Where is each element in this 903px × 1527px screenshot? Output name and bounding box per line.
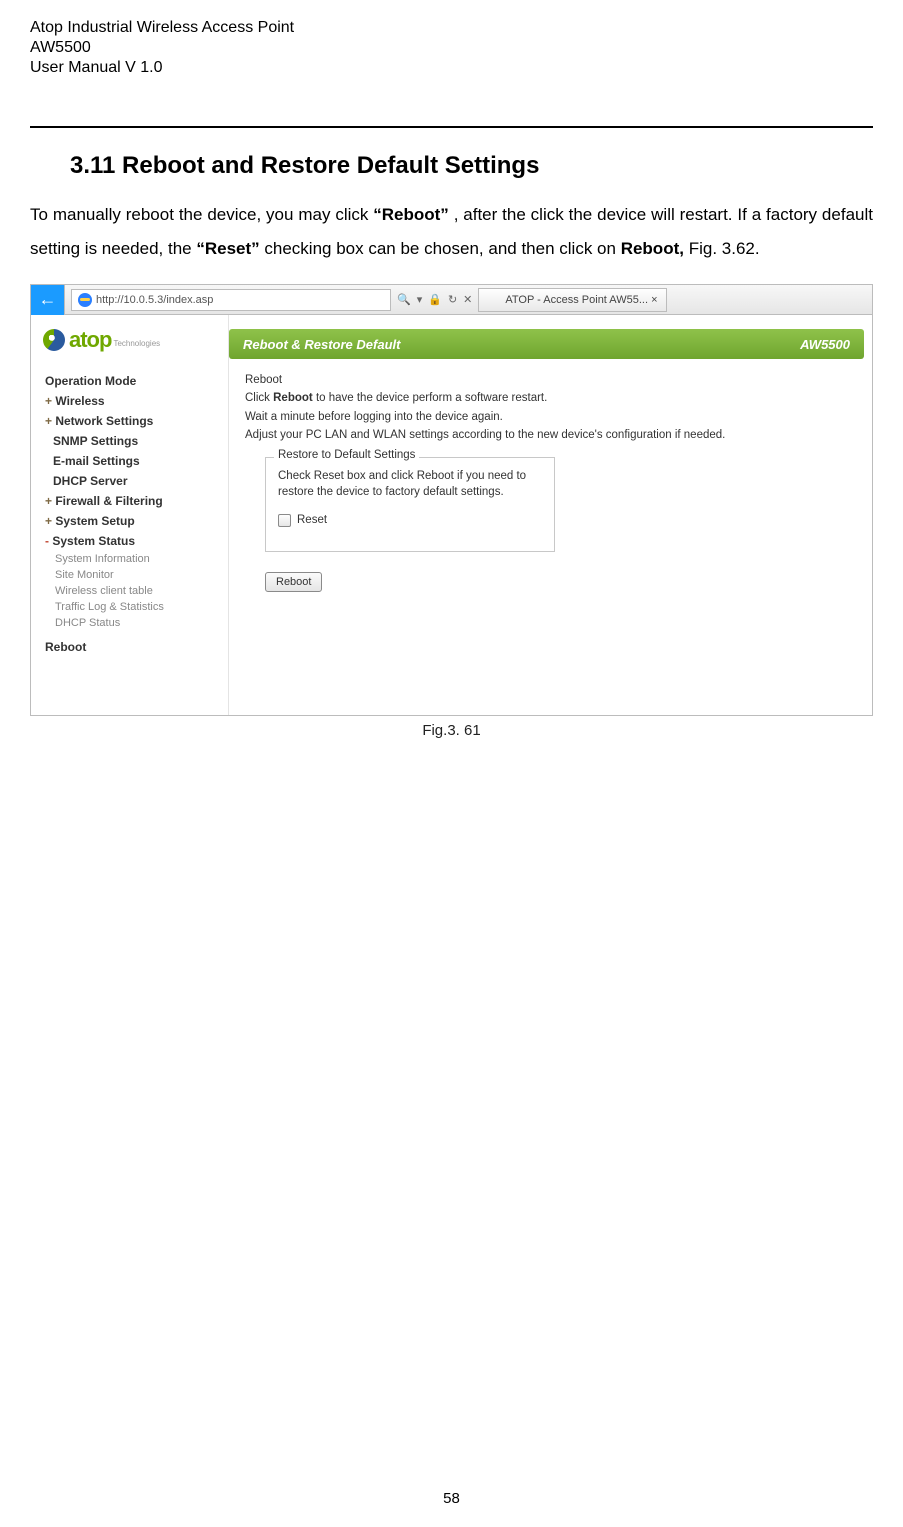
embedded-screenshot: ← http://10.0.5.3/index.asp 🔍 ▾ 🔒 ↻ ✕ AT… — [30, 284, 873, 716]
brand-subname: Technologies — [113, 339, 160, 348]
header-divider — [30, 126, 873, 128]
sidebar-item-system-setup[interactable]: System Setup — [39, 511, 220, 531]
sidebar-item-snmp-settings[interactable]: SNMP Settings — [39, 431, 220, 451]
logo-swirl-icon — [43, 329, 65, 351]
fieldset-reset-bold: Reset — [314, 470, 344, 482]
doc-header-line-3: User Manual V 1.0 — [30, 58, 873, 78]
fieldset-text: Check — [278, 470, 314, 482]
intro-paragraph: To manually reboot the device, you may c… — [30, 198, 873, 266]
ie-icon — [78, 293, 92, 307]
reset-checkbox-label: Reset — [297, 514, 327, 526]
sidebar-item-system-status[interactable]: System Status — [39, 531, 220, 551]
page-number: 58 — [0, 1490, 903, 1507]
address-bar-text: http://10.0.5.3/index.asp — [96, 294, 384, 306]
address-bar[interactable]: http://10.0.5.3/index.asp — [71, 289, 391, 311]
fieldset-text: box and click — [347, 470, 417, 482]
para-reboot2-bold: Reboot, — [621, 239, 684, 258]
sidebar-item-dhcp-status[interactable]: DHCP Status — [39, 615, 220, 631]
sidebar-item-wireless-client-table[interactable]: Wireless client table — [39, 583, 220, 599]
page-body: atop Technologies Operation Mode Wireles… — [31, 315, 872, 715]
search-icon[interactable]: 🔍 — [397, 293, 411, 306]
doc-header: Atop Industrial Wireless Access Point AW… — [30, 18, 873, 78]
doc-header-line-1: Atop Industrial Wireless Access Point — [30, 18, 873, 38]
close-icon[interactable]: ✕ — [463, 293, 472, 306]
doc-header-line-2: AW5500 — [30, 38, 873, 58]
back-button[interactable]: ← — [31, 285, 65, 315]
fieldset-reboot-bold: Reboot — [417, 470, 454, 482]
content-pane: Reboot & Restore Default AW5500 Reboot C… — [229, 315, 872, 715]
content-text-block: Reboot Click Reboot to have the device p… — [245, 371, 856, 445]
sidebar-item-operation-mode[interactable]: Operation Mode — [39, 371, 220, 391]
para-text: checking box can be chosen, and then cli… — [264, 239, 620, 258]
reset-checkbox[interactable] — [278, 514, 291, 527]
reboot-button[interactable]: Reboot — [265, 572, 322, 592]
content-line: Adjust your PC LAN and WLAN settings acc… — [245, 426, 856, 444]
sidebar-item-network-settings[interactable]: Network Settings — [39, 411, 220, 431]
content-line: Wait a minute before logging into the de… — [245, 408, 856, 426]
sidebar-item-system-information[interactable]: System Information — [39, 551, 220, 567]
arrow-left-icon: ← — [39, 289, 57, 310]
lock-icon: 🔒 — [428, 293, 442, 306]
sidebar-item-traffic-log[interactable]: Traffic Log & Statistics — [39, 599, 220, 615]
ie-chrome-bar: ← http://10.0.5.3/index.asp 🔍 ▾ 🔒 ↻ ✕ AT… — [31, 285, 872, 315]
reset-checkbox-row: Reset — [278, 514, 542, 527]
sidebar-item-dhcp-server[interactable]: DHCP Server — [39, 471, 220, 491]
content-reboot-bold: Reboot — [273, 392, 313, 404]
tab-title: ATOP - Access Point AW55... × — [505, 294, 657, 306]
brand-logo: atop Technologies — [43, 327, 220, 353]
content-heading: Reboot — [245, 371, 856, 389]
para-reboot-bold: “Reboot” — [373, 205, 449, 224]
section-heading: 3.11 Reboot and Restore Default Settings — [70, 152, 873, 180]
refresh-icon[interactable]: ↻ — [448, 293, 457, 306]
para-text: To manually reboot the device, you may c… — [30, 205, 373, 224]
figure-caption: Fig.3. 61 — [30, 722, 873, 739]
panel-title: Reboot & Restore Default — [243, 337, 400, 352]
restore-defaults-fieldset: Restore to Default Settings Check Reset … — [265, 457, 555, 552]
reboot-button-label: Reboot — [276, 576, 311, 588]
content-line: Click — [245, 392, 273, 404]
address-bar-icons: 🔍 ▾ 🔒 ↻ ✕ — [397, 293, 472, 306]
ie-icon — [487, 294, 499, 306]
chevron-down-icon[interactable]: ▾ — [417, 293, 423, 306]
brand-name: atop — [69, 327, 111, 353]
sidebar-item-firewall-filtering[interactable]: Firewall & Filtering — [39, 491, 220, 511]
sidebar: atop Technologies Operation Mode Wireles… — [31, 315, 229, 715]
sidebar-item-email-settings[interactable]: E-mail Settings — [39, 451, 220, 471]
browser-tab[interactable]: ATOP - Access Point AW55... × — [478, 288, 666, 312]
content-line: to have the device perform a software re… — [316, 392, 547, 404]
panel-header: Reboot & Restore Default AW5500 — [229, 329, 864, 359]
para-reset-bold: “Reset” — [196, 239, 259, 258]
para-text: Fig. 3.62. — [689, 239, 760, 258]
sidebar-item-reboot[interactable]: Reboot — [39, 637, 220, 657]
sidebar-item-wireless[interactable]: Wireless — [39, 391, 220, 411]
sidebar-item-site-monitor[interactable]: Site Monitor — [39, 567, 220, 583]
panel-body: Reboot Click Reboot to have the device p… — [229, 371, 872, 592]
fieldset-legend: Restore to Default Settings — [274, 449, 419, 461]
panel-title-right: AW5500 — [800, 337, 850, 352]
fieldset-description: Check Reset box and click Reboot if you … — [278, 468, 542, 500]
